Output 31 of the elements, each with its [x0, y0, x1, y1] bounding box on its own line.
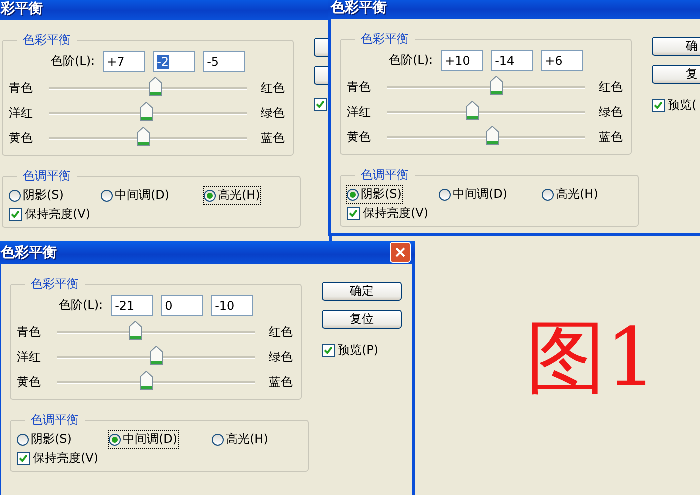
slider-left-label: 洋红 — [17, 349, 42, 366]
slider-right-label: 蓝色 — [260, 130, 285, 147]
slider-right-label: 蓝色 — [598, 129, 623, 146]
group-title: 色调平衡 — [360, 167, 410, 184]
slider-left-label: 洋红 — [9, 105, 34, 122]
levels-label: 色阶(L): — [389, 52, 434, 69]
window-title: 色彩平衡 — [1, 244, 57, 262]
slider-left-label: 洋红 — [347, 104, 372, 121]
figure-label: 图1 — [526, 318, 657, 398]
group-title: 色彩平衡 — [22, 32, 72, 49]
levels-label: 色阶(L): — [59, 297, 104, 314]
group-title: 色调平衡 — [30, 412, 80, 429]
slider-right-label: 绿色 — [598, 104, 623, 121]
slider-right-label: 绿色 — [260, 105, 285, 122]
slider-left-label: 青色 — [9, 80, 34, 97]
slider-left-label: 黄色 — [347, 129, 372, 146]
slider-left-label: 黄色 — [9, 130, 34, 147]
slider-left-label: 黄色 — [17, 374, 42, 391]
slider-right-label: 红色 — [268, 324, 293, 341]
slider-right-label: 红色 — [598, 79, 623, 96]
slider-left-label: 青色 — [347, 79, 372, 96]
slider-left-label: 青色 — [17, 324, 42, 341]
window-title: 色彩平衡 — [331, 0, 387, 16]
group-title: 色彩平衡 — [360, 31, 410, 48]
levels-label: 色阶(L): — [51, 53, 96, 70]
slider-right-label: 蓝色 — [268, 374, 293, 391]
group-title: 色彩平衡 — [30, 276, 80, 293]
window-title: 彩平衡 — [1, 0, 43, 18]
slider-right-label: 红色 — [260, 80, 285, 97]
slider-right-label: 绿色 — [268, 349, 293, 366]
group-title: 色调平衡 — [22, 168, 72, 185]
